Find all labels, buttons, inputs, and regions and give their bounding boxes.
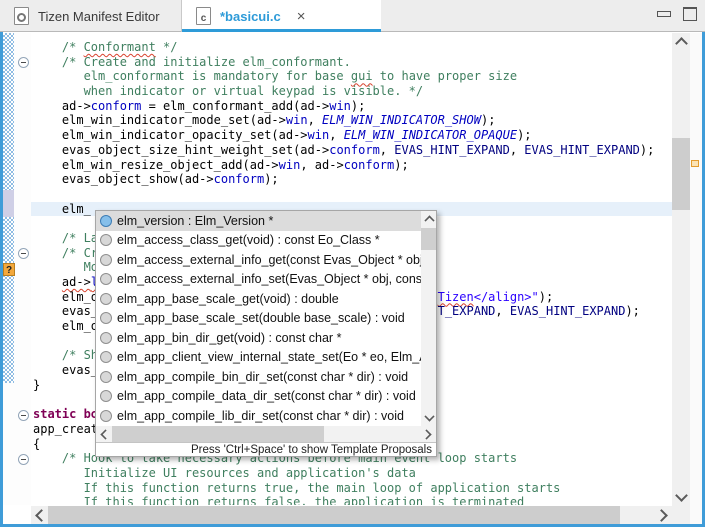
popup-horizontal-scrollbar[interactable] — [96, 426, 436, 442]
fold-collapse-icon[interactable] — [18, 454, 29, 465]
proposal-item[interactable]: elm_app_client_view_internal_state_set(E… — [96, 348, 421, 368]
scroll-left-icon[interactable] — [35, 509, 48, 522]
scrollbar-corner — [672, 506, 690, 524]
overview-ruler — [690, 33, 702, 524]
proposal-item[interactable]: elm_access_external_info_get(const Evas_… — [96, 250, 421, 270]
proposal-item[interactable]: elm_access_external_info_set(Evas_Object… — [96, 270, 421, 290]
maximize-icon[interactable] — [683, 7, 697, 21]
proposal-item[interactable]: elm_access_class_get(void) : const Eo_Cl… — [96, 231, 421, 251]
code-line: when indicator or virtual keypad is visi… — [31, 84, 672, 99]
proposal-kind-icon — [100, 312, 112, 324]
proposal-label: elm_access_class_get(void) : const Eo_Cl… — [117, 233, 380, 247]
popup-vertical-scrollbar[interactable] — [421, 211, 436, 426]
editor-horizontal-scrollbar[interactable] — [31, 506, 672, 524]
proposal-label: elm_app_compile_data_dir_set(const char … — [117, 389, 416, 403]
code-line: elm_win_resize_object_add(ad->win, ad->c… — [31, 158, 672, 173]
tizen-studio-editor: Tizen Manifest Editor c *basicui.c × ? /… — [0, 0, 705, 527]
proposal-list: elm_version : Elm_Version * elm_access_cl… — [96, 211, 421, 426]
scroll-right-icon[interactable] — [655, 509, 668, 522]
proposal-item[interactable]: elm_app_base_scale_get(void) : double — [96, 289, 421, 309]
code-line: /* Create and initialize elm_conformant. — [31, 55, 672, 70]
tab-label: *basicui.c — [220, 9, 281, 24]
proposal-label: elm_app_base_scale_set(double base_scale… — [117, 311, 405, 325]
proposal-kind-icon — [100, 215, 112, 227]
proposal-label: elm_app_compile_bin_dir_set(const char *… — [117, 370, 408, 384]
tab-basicui-c[interactable]: c *basicui.c × — [182, 0, 381, 32]
scroll-up-icon[interactable] — [675, 37, 688, 50]
proposal-kind-icon — [100, 410, 112, 422]
proposal-label: elm_app_compile_lib_dir_set(const char *… — [117, 409, 404, 423]
fold-collapse-icon[interactable] — [18, 410, 29, 421]
proposal-label: elm_app_client_view_internal_state_set(E… — [117, 350, 421, 364]
proposal-kind-icon — [100, 371, 112, 383]
tab-label: Tizen Manifest Editor — [38, 9, 160, 24]
code-line: elm_conformant is mandatory for base gui… — [31, 69, 672, 84]
template-proposals-hint: Press 'Ctrl+Space' to show Template Prop… — [96, 442, 436, 456]
minimize-icon[interactable] — [657, 11, 671, 17]
proposal-item[interactable]: elm_app_base_scale_set(double base_scale… — [96, 309, 421, 329]
proposal-item[interactable]: elm_app_bin_dir_get(void) : const char * — [96, 328, 421, 348]
popup-vertical-scroll-thumb[interactable] — [421, 228, 436, 250]
proposal-item[interactable]: elm_app_compile_bin_dir_set(const char *… — [96, 367, 421, 387]
proposal-item[interactable]: elm_app_compile_lib_dir_set(const char *… — [96, 406, 421, 426]
proposal-item[interactable]: elm_version : Elm_Version * — [96, 211, 421, 231]
proposal-kind-icon — [100, 390, 112, 402]
editor-vertical-scrollbar[interactable] — [672, 33, 690, 506]
code-line: If this function returns true, the main … — [31, 481, 672, 496]
c-source-file-icon: c — [196, 7, 211, 25]
fold-collapse-icon[interactable] — [18, 57, 29, 68]
tab-tizen-manifest-editor[interactable]: Tizen Manifest Editor — [0, 0, 182, 32]
horizontal-scroll-thumb[interactable] — [48, 506, 620, 524]
annotation-ruler: ? — [3, 33, 31, 505]
proposal-label: elm_version : Elm_Version * — [117, 214, 273, 228]
proposal-label: elm_app_bin_dir_get(void) : const char * — [117, 331, 341, 345]
code-line: /* Conformant */ — [31, 40, 672, 55]
active-tab-underline — [182, 29, 381, 32]
proposal-kind-icon — [100, 234, 112, 246]
proposal-label: elm_app_base_scale_get(void) : double — [117, 292, 339, 306]
code-line — [31, 187, 672, 202]
code-line: If this function returns false, the appl… — [31, 495, 672, 505]
view-controls — [657, 7, 697, 21]
code-line: ad->conform = elm_conformant_add(ad->win… — [31, 99, 672, 114]
code-line: evas_object_size_hint_weight_set(ad->con… — [31, 143, 672, 158]
proposal-item[interactable]: elm_app_compile_data_dir_set(const char … — [96, 387, 421, 407]
close-tab-icon[interactable]: × — [297, 9, 306, 24]
scroll-up-icon[interactable] — [424, 215, 434, 225]
code-line: Initialize UI resources and application'… — [31, 466, 672, 481]
scroll-right-icon[interactable] — [421, 429, 431, 439]
code-line: evas_object_show(ad->conform); — [31, 172, 672, 187]
proposal-kind-icon — [100, 351, 112, 363]
proposal-kind-icon — [100, 293, 112, 305]
warning-marker[interactable] — [691, 160, 699, 167]
code-line: elm_win_indicator_opacity_set(ad->win, E… — [31, 128, 672, 143]
manifest-file-gear-icon — [14, 7, 29, 25]
proposal-kind-icon — [100, 273, 112, 285]
quick-diff-change-bar — [3, 190, 14, 217]
scroll-down-icon[interactable] — [424, 411, 434, 421]
content-assist-popup: elm_version : Elm_Version * elm_access_cl… — [95, 210, 437, 457]
popup-horizontal-scroll-thumb[interactable] — [112, 426, 324, 442]
proposal-label: elm_access_external_info_get(const Evas_… — [117, 253, 421, 267]
scroll-left-icon[interactable] — [100, 429, 110, 439]
proposal-kind-icon — [100, 254, 112, 266]
fold-collapse-icon[interactable] — [18, 248, 29, 259]
code-line: elm_win_indicator_mode_set(ad->win, ELM_… — [31, 113, 672, 128]
proposal-label: elm_access_external_info_set(Evas_Object… — [117, 272, 421, 286]
scroll-down-icon[interactable] — [675, 489, 688, 502]
proposal-kind-icon — [100, 332, 112, 344]
editor-tab-bar: Tizen Manifest Editor c *basicui.c × — [0, 0, 705, 32]
help-annotation-icon[interactable]: ? — [3, 263, 15, 276]
vertical-scroll-thumb[interactable] — [672, 138, 690, 210]
